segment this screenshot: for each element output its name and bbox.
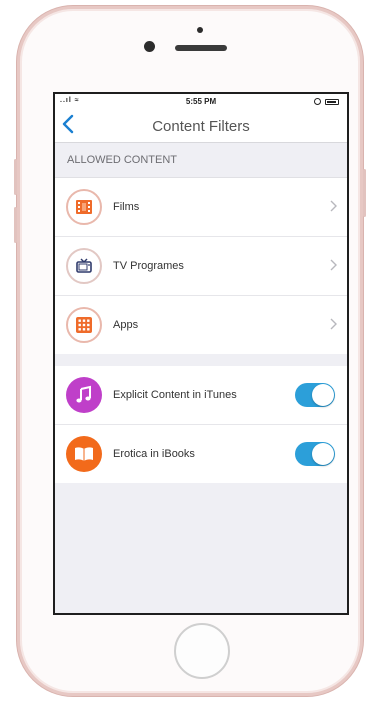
battery-icon bbox=[325, 99, 339, 105]
page-title: Content Filters bbox=[152, 118, 250, 135]
status-bar: ..ıl ≈ 5:55 PM bbox=[55, 94, 347, 110]
tv-icon bbox=[66, 248, 102, 284]
list-item-label: Apps bbox=[113, 319, 139, 331]
toggle-knob bbox=[312, 384, 334, 406]
list-item-tv-programes[interactable]: TV Programes bbox=[55, 237, 347, 296]
list-item-films[interactable]: Films bbox=[55, 178, 347, 237]
allowed-content-list: Films TV Programes Apps bbox=[55, 178, 347, 354]
home-button[interactable] bbox=[174, 623, 230, 679]
toggle-row-erotica-ibooks: Erotica in iBooks bbox=[55, 425, 347, 483]
chevron-right-icon bbox=[330, 317, 337, 333]
apps-grid-icon bbox=[66, 307, 102, 343]
book-icon bbox=[66, 436, 102, 472]
film-icon bbox=[66, 189, 102, 225]
music-note-icon bbox=[66, 377, 102, 413]
status-time: 5:55 PM bbox=[185, 97, 217, 106]
list-item-label: TV Programes bbox=[113, 260, 184, 272]
toggle-knob bbox=[312, 443, 334, 465]
power-button bbox=[363, 169, 366, 217]
front-camera bbox=[144, 41, 155, 52]
navigation-bar: Content Filters bbox=[55, 110, 347, 143]
phone-screen: ..ıl ≈ 5:55 PM Content Filters ALLOWED C… bbox=[53, 92, 349, 615]
section-gap bbox=[55, 354, 347, 366]
toggle-label: Explicit Content in iTunes bbox=[113, 389, 237, 401]
list-item-apps[interactable]: Apps bbox=[55, 296, 347, 354]
explicit-itunes-toggle[interactable] bbox=[295, 383, 335, 407]
volume-down-button bbox=[14, 207, 17, 243]
chevron-right-icon bbox=[330, 258, 337, 274]
chevron-right-icon bbox=[330, 199, 337, 215]
restrictions-toggle-list: Explicit Content in iTunes Erotica in iB… bbox=[55, 366, 347, 483]
section-header-allowed-content: ALLOWED CONTENT bbox=[55, 143, 347, 178]
toggle-label: Erotica in iBooks bbox=[113, 448, 195, 460]
proximity-sensor bbox=[197, 27, 203, 33]
earpiece-speaker bbox=[175, 45, 227, 51]
list-item-label: Films bbox=[113, 201, 140, 213]
toggle-row-explicit-itunes: Explicit Content in iTunes bbox=[55, 366, 347, 425]
rotation-lock-icon bbox=[314, 98, 321, 105]
erotica-ibooks-toggle[interactable] bbox=[295, 442, 335, 466]
volume-up-button bbox=[14, 159, 17, 195]
